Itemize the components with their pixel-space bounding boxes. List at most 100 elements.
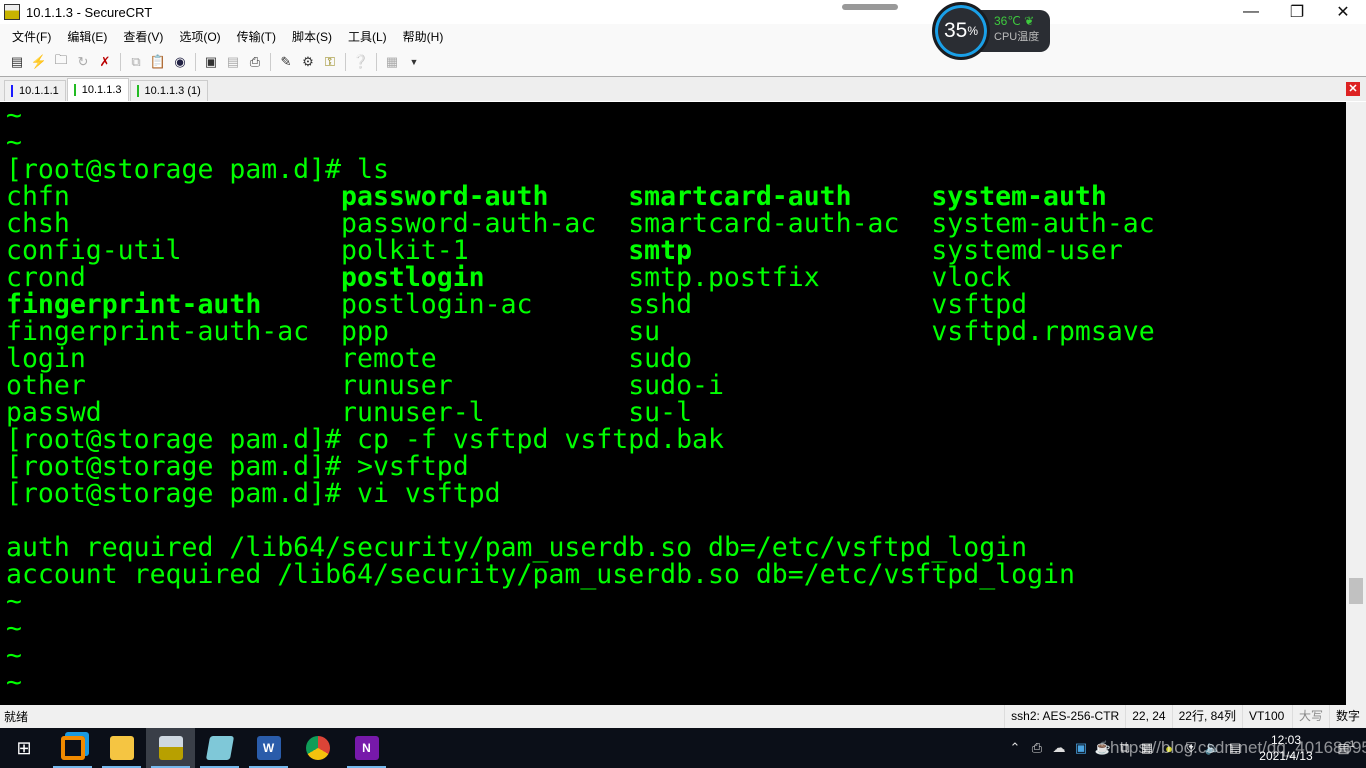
ls-entry: fingerprint-auth-ac [6,316,310,347]
session-options-icon[interactable]: ✎ [277,53,295,71]
ls-entry: su-l [628,397,693,428]
printer-icon[interactable]: ⎙ [1026,740,1048,756]
taskbar-securecrt[interactable] [146,728,195,768]
terminal[interactable]: ~ ~ [root@storage pam.d]# ls chfn password-a… [0,102,1346,705]
tab-10-1-1-3[interactable]: 10.1.1.3 [66,78,129,101]
quick-connect-icon[interactable]: ⚡ [30,53,48,71]
tab-10-1-1-1[interactable]: 10.1.1.1 [4,80,66,101]
onedrive-icon[interactable]: ☁ [1048,740,1070,756]
taskbar-notepad[interactable] [195,728,244,768]
scrollbar[interactable] [1346,102,1366,705]
connect-icon[interactable]: ▤ [8,53,26,71]
help-icon[interactable]: ❔ [352,53,370,71]
terminal-line: ~ [6,640,22,671]
ls-entry: password-auth [341,181,549,212]
global-options-icon[interactable]: ⚙ [299,53,317,71]
ls-entry: smtp [628,235,693,266]
cpu-temp-label: CPU温度 [994,31,1040,43]
terminal-line: [root@storage pam.d]# ls [6,154,389,185]
find-icon[interactable]: ◉ [171,53,189,71]
terminal-line: ~ [6,586,22,617]
ls-entry: runuser [341,370,453,401]
menu-item[interactable]: 帮助(H) [395,28,452,45]
ls-entry: vlock [931,262,1012,293]
ls-entry: other [6,370,86,401]
ls-entry: runuser-l [341,397,485,428]
ls-entry: chfn [6,181,70,212]
ls-entry: su [628,316,661,347]
terminal-line: ~ [6,667,22,698]
status-ready: 就绪 [4,710,29,724]
windows-icon: ⊞ [16,737,32,758]
separator [120,53,121,71]
paste-icon[interactable]: 📋 [149,53,167,71]
print-setup-icon[interactable]: ▣ [202,53,220,71]
drag-handle[interactable] [842,4,898,10]
ls-output-row: chfn password-auth smartcard-auth system-au… [6,183,1346,210]
close-button[interactable]: ✕ [1320,0,1366,24]
toolbar-overflow-icon[interactable]: ▼ [405,53,423,71]
cpu-percent-unit: % [967,24,979,38]
ls-entry: login [6,343,86,374]
copy-icon[interactable]: ⧉ [127,53,145,71]
print-icon[interactable]: ⎙ [246,53,264,71]
menu-item[interactable]: 脚本(S) [284,28,340,45]
separator [376,53,377,71]
ls-entry: smtp.postfix [628,262,820,293]
window-title: 10.1.1.3 - SecureCRT [26,4,153,20]
ls-entry: sudo-i [628,370,724,401]
connect-tab-icon[interactable]: 🗀 [52,52,70,71]
start-button[interactable]: ⊞ [0,728,48,768]
tab-status-indicator [73,84,76,96]
taskbar-word[interactable]: W [244,728,293,768]
menu-item[interactable]: 文件(F) [4,28,59,45]
print-selection-icon[interactable]: ▤ [224,53,242,71]
securecrt-app-icon [4,4,20,20]
cpu-temp: 36℃ [994,14,1021,28]
folder-icon [109,736,134,760]
taskbar-onenote[interactable]: N [342,728,391,768]
reconnect-icon[interactable]: ↻ [74,53,92,71]
tab-status-indicator [11,85,13,97]
cpu-monitor-widget[interactable]: 36℃ ❦ CPU温度 35% [932,2,1050,60]
taskbar-vmware[interactable] [48,728,97,768]
restore-button[interactable]: ❐ [1274,0,1320,24]
minimize-button[interactable]: — [1228,0,1274,24]
status-bar: 就绪 ssh2: AES-256-CTR 22, 24 22行, 84列 VT1… [0,705,1366,728]
keymap-icon[interactable]: ▦ [383,53,401,71]
ls-entry: system-auth [931,181,1107,212]
vmware-icon [60,736,85,760]
terminal-line: ~ [6,127,22,158]
ls-output-row: passwd runuser-l su-l [6,399,1346,426]
ls-output-row: login remote sudo [6,345,1346,372]
network-tool-icon[interactable]: ▣ [1070,740,1092,756]
tab-label: 10.1.1.3 [81,84,122,96]
close-tab-icon[interactable]: ✕ [1346,82,1360,96]
separator [195,53,196,71]
key-icon[interactable]: ⚿ [321,53,339,71]
terminal-line: [root@storage pam.d]# cp -f vsftpd vsftp… [6,424,724,455]
leaf-icon: ❦ [1024,14,1035,28]
menu-item[interactable]: 选项(O) [171,28,228,45]
onenote-icon: N [354,736,379,760]
ls-entry: crond [6,262,86,293]
ls-entry: smartcard-auth-ac [628,208,900,239]
tab-10-1-1-3-1-[interactable]: 10.1.1.3 (1) [129,80,208,101]
taskbar-file-explorer[interactable] [97,728,146,768]
status-cursor: 22, 24 [1125,705,1171,728]
disconnect-icon[interactable]: ✗ [96,53,114,71]
ls-entry: systemd-user [931,235,1123,266]
menu-item[interactable]: 工具(L) [340,28,395,45]
word-icon: W [256,736,281,760]
ls-entry: password-auth-ac [341,208,597,239]
ls-output-row: crond postlogin smtp.postfix vlock [6,264,1346,291]
taskbar-chrome[interactable] [293,728,342,768]
show-hidden-icons[interactable]: ⌃ [1004,740,1026,756]
scrollbar-thumb[interactable] [1349,578,1363,604]
terminal-line: ~ [6,102,22,131]
menu-item[interactable]: 查看(V) [115,28,171,45]
menu-item[interactable]: 编辑(E) [59,28,115,45]
separator [270,53,271,71]
ls-entry: sshd [628,289,693,320]
menu-item[interactable]: 传输(T) [229,28,284,45]
